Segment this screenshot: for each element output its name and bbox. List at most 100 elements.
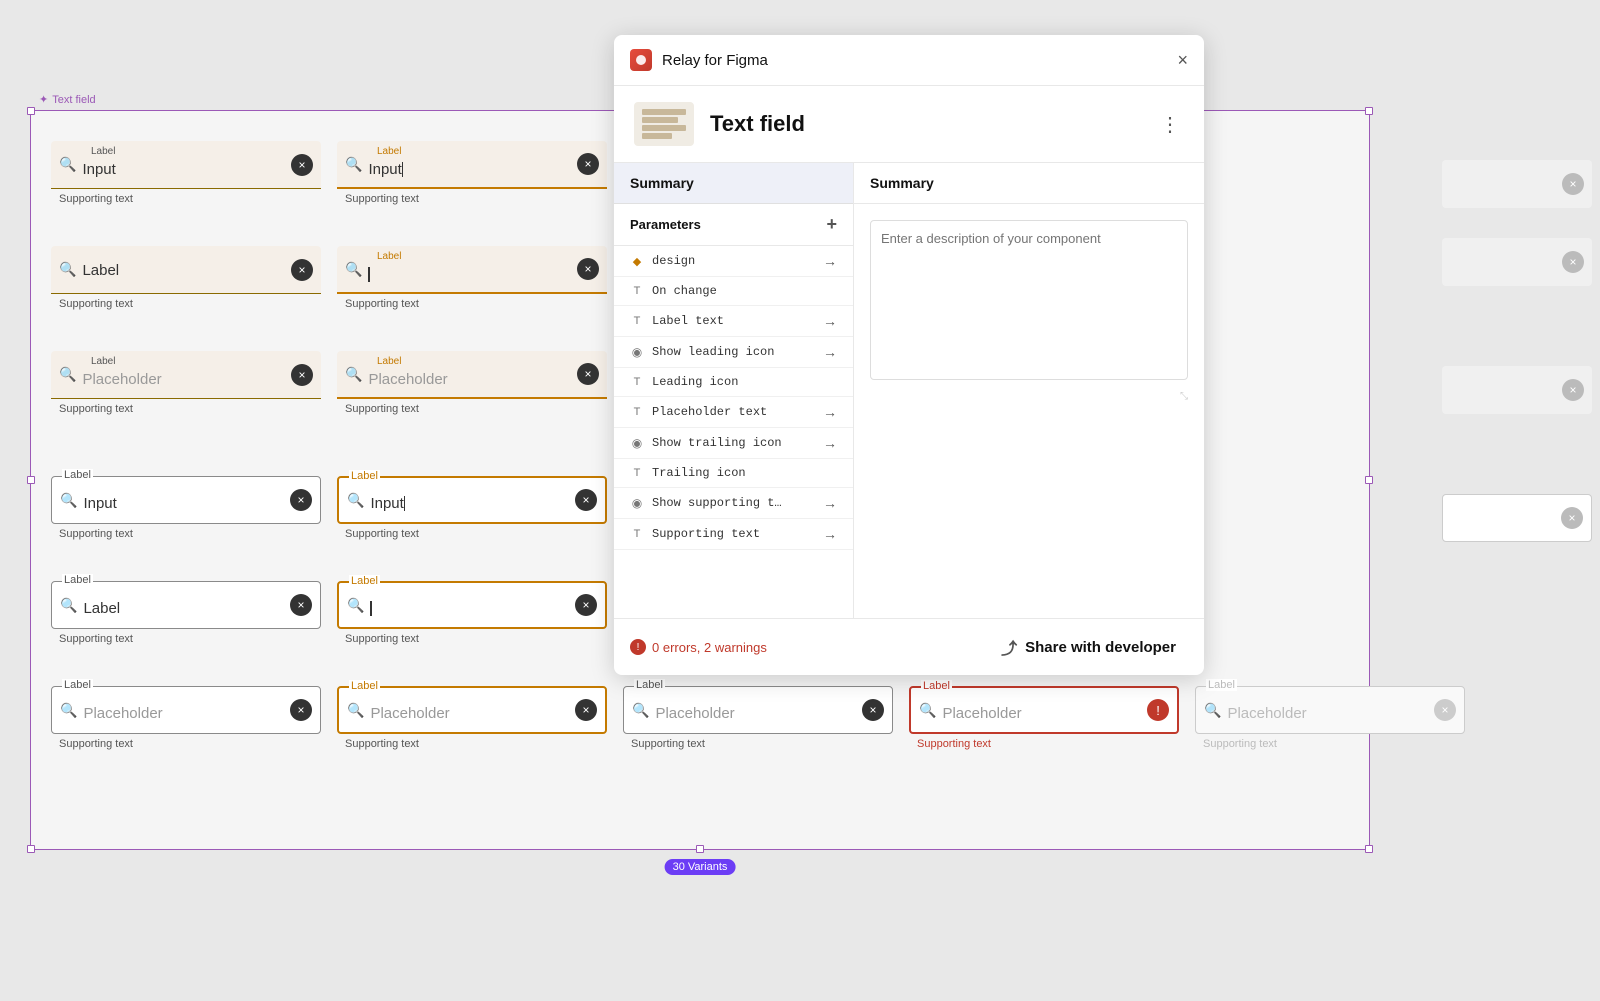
corner-handle-br[interactable] <box>1365 845 1373 853</box>
tf-variant-filled-ph-1: Label 🔍 Placeholder × Supporting text <box>51 351 321 417</box>
right-clear-3[interactable]: × <box>1562 379 1584 401</box>
tf-variant-filled-ph-2: Label 🔍 Placeholder × Supporting text <box>337 351 607 417</box>
param-leading-icon[interactable]: T Leading icon <box>614 368 853 397</box>
search-icon-oph2: 🔍 <box>347 702 364 719</box>
tf-variant-outlined-input-2: Label 🔍 Input × Supporting text <box>337 476 607 542</box>
tf-input-outlined-ph-3[interactable]: Label 🔍 Placeholder × <box>623 686 893 734</box>
clear-btn-o1[interactable]: × <box>290 489 312 511</box>
right-clear-2[interactable]: × <box>1562 251 1584 273</box>
add-param-button[interactable]: + <box>826 214 837 235</box>
supporting-text-oph3: Supporting text <box>623 738 893 750</box>
param-show-leading-icon[interactable]: ◉ Show leading icon → <box>614 337 853 368</box>
tf-value-o2: Input <box>370 489 569 512</box>
search-icon-fe: 🔍 <box>345 261 362 278</box>
corner-handle-mr[interactable] <box>1365 476 1373 484</box>
param-trailing-icon[interactable]: T Trailing icon <box>614 459 853 488</box>
corner-handle-tl[interactable] <box>27 107 35 115</box>
tf-value-o1: Input <box>83 489 284 512</box>
tf-input-filled-focused-empty[interactable]: Label 🔍 × <box>337 246 607 294</box>
more-options-button[interactable]: ⋮ <box>1156 108 1184 141</box>
param-label-text[interactable]: T Label text → <box>614 306 853 337</box>
tf-variant-filled-default-input: Label 🔍 Input × Supporting text <box>51 141 321 205</box>
tf-input-outlined-2[interactable]: Label 🔍 Input × <box>337 476 607 524</box>
tf-value-oe1: Label <box>83 594 284 617</box>
placeholder-type-icon: T <box>630 406 644 418</box>
tf-variant-outlined-ph-3: Label 🔍 Placeholder × Supporting text <box>623 686 893 750</box>
right-card-2: × <box>1442 238 1592 286</box>
panel-title: Relay for Figma <box>662 52 1167 69</box>
clear-btn-1[interactable]: × <box>291 154 313 176</box>
params-label: Parameters <box>630 217 701 232</box>
leadingicon-type-icon: T <box>630 376 644 388</box>
design-icon: ◆ <box>630 255 644 268</box>
clear-btn-oe1[interactable]: × <box>290 594 312 616</box>
param-name-trailingicon: Trailing icon <box>652 466 837 480</box>
search-icon-e1: 🔍 <box>59 261 76 278</box>
relay-panel: Relay for Figma × Text field ⋮ Summary <box>614 35 1204 675</box>
param-placeholder-text[interactable]: T Placeholder text → <box>614 397 853 428</box>
param-show-trailing-icon[interactable]: ◉ Show trailing icon → <box>614 428 853 459</box>
tf-input-outlined-error[interactable]: Label 🔍 Placeholder ! <box>909 686 1179 734</box>
tf-value-error: Placeholder <box>942 699 1141 722</box>
param-design[interactable]: ◆ design → <box>614 246 853 277</box>
tf-value-ofe <box>370 594 569 617</box>
tf-input-filled-2[interactable]: Label 🔍 Input × <box>337 141 607 189</box>
param-name-showsupporting: Show supporting t… <box>652 496 815 510</box>
clear-btn-ofe[interactable]: × <box>575 594 597 616</box>
supporting-text-oe1: Supporting text <box>51 633 321 645</box>
tf-input-filled-ph-1[interactable]: Label 🔍 Placeholder × <box>51 351 321 399</box>
share-label: Share with developer <box>1025 639 1176 656</box>
clear-btn-oph2[interactable]: × <box>575 699 597 721</box>
clear-btn-fe[interactable]: × <box>577 258 599 280</box>
tf-input-outlined-empty-1[interactable]: Label 🔍 Label × <box>51 581 321 629</box>
tf-input-filled-empty-1[interactable]: 🔍 Label × <box>51 246 321 294</box>
right-clear-1[interactable]: × <box>1562 173 1584 195</box>
search-icon-oph1: 🔍 <box>60 702 77 719</box>
corner-handle-tr[interactable] <box>1365 107 1373 115</box>
showleading-type-icon: ◉ <box>630 345 644 359</box>
clear-btn-oph1[interactable]: × <box>290 699 312 721</box>
tf-input-outlined-focused-empty[interactable]: Label 🔍 × <box>337 581 607 629</box>
warning-icon: ! <box>630 639 646 655</box>
clear-btn-ph1[interactable]: × <box>291 364 313 386</box>
close-button[interactable]: × <box>1177 51 1188 69</box>
supporting-text-e1: Supporting text <box>51 298 321 310</box>
param-show-supporting[interactable]: ◉ Show supporting t… → <box>614 488 853 519</box>
tf-variant-outlined-ph-2: Label 🔍 Placeholder × Supporting text <box>337 686 607 750</box>
clear-btn-oph3[interactable]: × <box>862 699 884 721</box>
tf-label-ofe: Label <box>349 575 380 587</box>
description-textarea[interactable] <box>870 220 1188 380</box>
tf-value-e1: Label <box>82 260 285 279</box>
tf-input-filled-1[interactable]: Label 🔍 Input × <box>51 141 321 189</box>
clear-btn-e1[interactable]: × <box>291 259 313 281</box>
param-on-change[interactable]: T On change <box>614 277 853 306</box>
param-arrow-placeholder: → <box>823 404 837 420</box>
tf-input-outlined-ph-1[interactable]: Label 🔍 Placeholder × <box>51 686 321 734</box>
textarea-resize-handle[interactable]: ⤡ <box>1180 391 1188 402</box>
share-with-developer-button[interactable]: ⤴ Share with developer <box>989 629 1188 665</box>
param-name-placeholder: Placeholder text <box>652 405 815 419</box>
param-supporting-text[interactable]: T Supporting text → <box>614 519 853 550</box>
tf-input-outlined-1[interactable]: Label 🔍 Input × <box>51 476 321 524</box>
right-clear-4[interactable]: × <box>1561 507 1583 529</box>
corner-handle-bm[interactable] <box>696 845 704 853</box>
tf-input-outlined-ph-2[interactable]: Label 🔍 Placeholder × <box>337 686 607 734</box>
tf-value-1: Input <box>82 151 285 178</box>
corner-handle-ml[interactable] <box>27 476 35 484</box>
param-arrow-design: → <box>823 253 837 269</box>
tf-variant-outlined-error: Label 🔍 Placeholder ! Supporting text <box>909 686 1179 750</box>
clear-btn-2[interactable]: × <box>577 153 599 175</box>
right-card-4: × <box>1442 494 1592 542</box>
tf-value-ph1: Placeholder <box>82 361 285 388</box>
error-icon: ! <box>1147 699 1169 721</box>
corner-handle-bl[interactable] <box>27 845 35 853</box>
param-name-leadingicon: Leading icon <box>652 375 837 389</box>
param-name-showtrailing: Show trailing icon <box>652 436 815 450</box>
clear-btn-o2[interactable]: × <box>575 489 597 511</box>
tf-input-filled-ph-2[interactable]: Label 🔍 Placeholder × <box>337 351 607 399</box>
variants-badge: 30 Variants <box>665 859 736 875</box>
search-icon-oph3: 🔍 <box>632 702 649 719</box>
clear-btn-ph2[interactable]: × <box>577 363 599 385</box>
search-icon-o2: 🔍 <box>347 492 364 509</box>
search-icon-error: 🔍 <box>919 702 936 719</box>
